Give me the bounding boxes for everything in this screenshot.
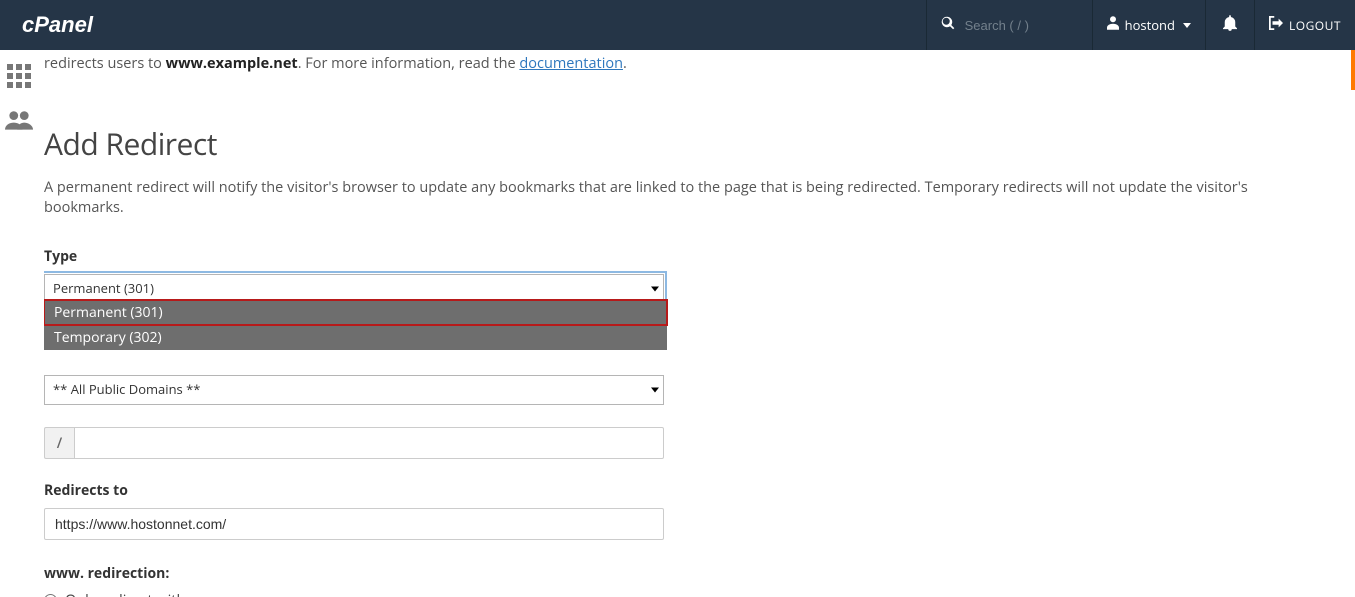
main-content: redirects users to www.example.net. For …	[44, 50, 1347, 597]
type-selected-value: Permanent (301)	[53, 279, 154, 297]
apps-grid-icon[interactable]	[7, 64, 31, 88]
topbar: cPanel hostond LOGOUT	[0, 0, 1355, 50]
path-input[interactable]	[74, 427, 664, 459]
intro-text: redirects users to www.example.net. For …	[44, 54, 1335, 73]
search-wrap[interactable]	[927, 16, 1092, 35]
scroll-indicator	[1351, 50, 1355, 90]
path-prefix: /	[44, 427, 74, 459]
page-description: A permanent redirect will notify the vis…	[44, 178, 1304, 217]
type-option-permanent[interactable]: Permanent (301)	[44, 299, 668, 326]
user-menu[interactable]: hostond	[1093, 0, 1205, 50]
path-row: /	[44, 427, 664, 459]
cpanel-logo[interactable]: cPanel	[0, 13, 108, 37]
chevron-down-icon	[651, 388, 659, 393]
svg-text:cPanel: cPanel	[22, 13, 94, 37]
notifications[interactable]	[1206, 0, 1254, 50]
redirects-to-input[interactable]	[44, 508, 664, 540]
documentation-link[interactable]: documentation	[519, 54, 623, 73]
search-icon	[941, 16, 955, 35]
type-option-temporary[interactable]: Temporary (302)	[44, 325, 667, 350]
redirects-to-label: Redirects to	[44, 481, 664, 500]
users-icon[interactable]	[5, 110, 33, 135]
user-icon	[1107, 16, 1119, 34]
caret-down-icon	[1183, 23, 1191, 28]
domain-selected-value: ** All Public Domains **	[53, 380, 200, 398]
logout-label: LOGOUT	[1289, 17, 1341, 34]
username: hostond	[1125, 16, 1175, 34]
type-dropdown: Permanent (301) Temporary (302)	[44, 300, 667, 350]
search-input[interactable]	[965, 18, 1075, 33]
www-redirection-label: www. redirection:	[44, 564, 664, 583]
domain-select[interactable]: ** All Public Domains **	[44, 375, 664, 405]
logout-button[interactable]: LOGOUT	[1255, 16, 1355, 34]
chevron-down-icon	[651, 287, 659, 292]
page-title: Add Redirect	[44, 123, 1335, 164]
bell-icon	[1223, 15, 1237, 36]
www-opt1[interactable]: Only redirect with www.	[44, 591, 664, 597]
left-sidebar	[0, 50, 38, 597]
logout-icon	[1269, 16, 1283, 34]
type-label: Type	[44, 247, 664, 266]
